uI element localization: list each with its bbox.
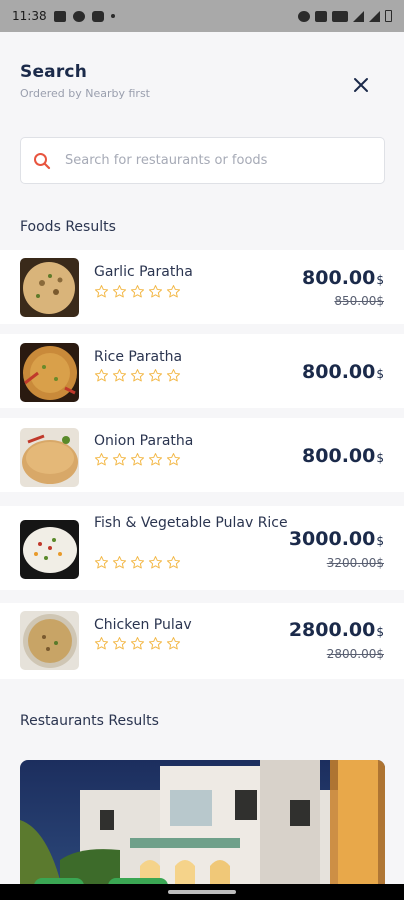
star-icon <box>130 369 145 382</box>
restaurant-image <box>20 760 385 900</box>
food-name: Fish & Vegetable Pulav Rice <box>94 515 288 531</box>
star-icon <box>166 453 181 466</box>
page-subtitle: Ordered by Nearby first <box>20 87 150 100</box>
status-bar: 11:38 <box>0 0 404 32</box>
star-icon <box>148 637 163 650</box>
header: Search Ordered by Nearby first <box>20 62 384 112</box>
food-item[interactable]: Onion Paratha 800.00$ <box>0 418 404 492</box>
gallery-icon <box>53 10 66 22</box>
star-icon <box>130 453 145 466</box>
food-image <box>20 428 79 487</box>
star-icon <box>112 285 127 298</box>
alarm-icon <box>298 10 310 22</box>
signal-icon <box>353 10 364 22</box>
food-old-price: 850.00$ <box>334 294 384 308</box>
home-handle[interactable] <box>168 890 236 894</box>
food-name: Rice Paratha <box>94 349 183 365</box>
car-icon <box>315 10 327 22</box>
food-image <box>20 520 79 579</box>
food-price: 800.00$ <box>302 445 384 467</box>
search-input[interactable] <box>65 153 365 168</box>
navigation-bar <box>0 884 404 900</box>
rating-stars <box>94 284 181 299</box>
rating-stars <box>94 368 181 383</box>
star-icon <box>130 556 145 569</box>
youtube-icon <box>91 10 104 22</box>
food-item[interactable]: Garlic Paratha 800.00$ 850.00$ <box>0 250 404 324</box>
food-image <box>20 258 79 317</box>
volte-icon <box>332 10 348 22</box>
star-icon <box>94 285 109 298</box>
star-icon <box>130 285 145 298</box>
star-icon <box>112 369 127 382</box>
star-icon <box>148 369 163 382</box>
rating-stars <box>94 636 181 651</box>
food-price: 3000.00$ <box>288 528 384 550</box>
star-icon <box>166 637 181 650</box>
food-image <box>20 611 79 670</box>
food-item[interactable]: Fish & Vegetable Pulav Rice 3000.00$ 320… <box>0 506 404 590</box>
food-price: 800.00$ <box>302 267 384 289</box>
food-name: Onion Paratha <box>94 433 194 449</box>
star-icon <box>112 556 127 569</box>
close-button[interactable] <box>348 72 374 98</box>
rating-stars <box>94 555 181 570</box>
food-price: 2800.00$ <box>288 619 384 641</box>
restaurants-section-title: Restaurants Results <box>20 713 159 729</box>
star-icon <box>166 556 181 569</box>
food-name: Garlic Paratha <box>94 264 193 280</box>
whatsapp-icon <box>72 10 85 22</box>
food-name: Chicken Pulav <box>94 617 192 633</box>
battery-icon <box>385 10 392 22</box>
restaurant-card[interactable] <box>20 760 385 900</box>
star-icon <box>166 369 181 382</box>
star-icon <box>112 637 127 650</box>
close-icon <box>354 78 368 92</box>
star-icon <box>94 556 109 569</box>
food-item[interactable]: Chicken Pulav 2800.00$ 2800.00$ <box>0 603 404 679</box>
star-icon <box>94 369 109 382</box>
search-icon <box>34 152 51 169</box>
star-icon <box>94 637 109 650</box>
star-icon <box>148 285 163 298</box>
star-icon <box>148 556 163 569</box>
star-icon <box>148 453 163 466</box>
search-bar[interactable] <box>20 137 385 184</box>
food-item[interactable]: Rice Paratha 800.00$ <box>0 334 404 408</box>
food-image <box>20 343 79 402</box>
star-icon <box>130 637 145 650</box>
foods-section-title: Foods Results <box>20 219 116 235</box>
rating-stars <box>94 452 181 467</box>
page-title: Search <box>20 62 88 82</box>
food-old-price: 2800.00$ <box>326 647 384 661</box>
star-icon <box>112 453 127 466</box>
status-time: 11:38 <box>12 9 47 23</box>
star-icon <box>94 453 109 466</box>
star-icon <box>166 285 181 298</box>
food-old-price: 3200.00$ <box>326 556 384 570</box>
food-price: 800.00$ <box>302 361 384 383</box>
more-notifications-icon <box>110 14 115 18</box>
signal-2-icon <box>369 10 380 22</box>
